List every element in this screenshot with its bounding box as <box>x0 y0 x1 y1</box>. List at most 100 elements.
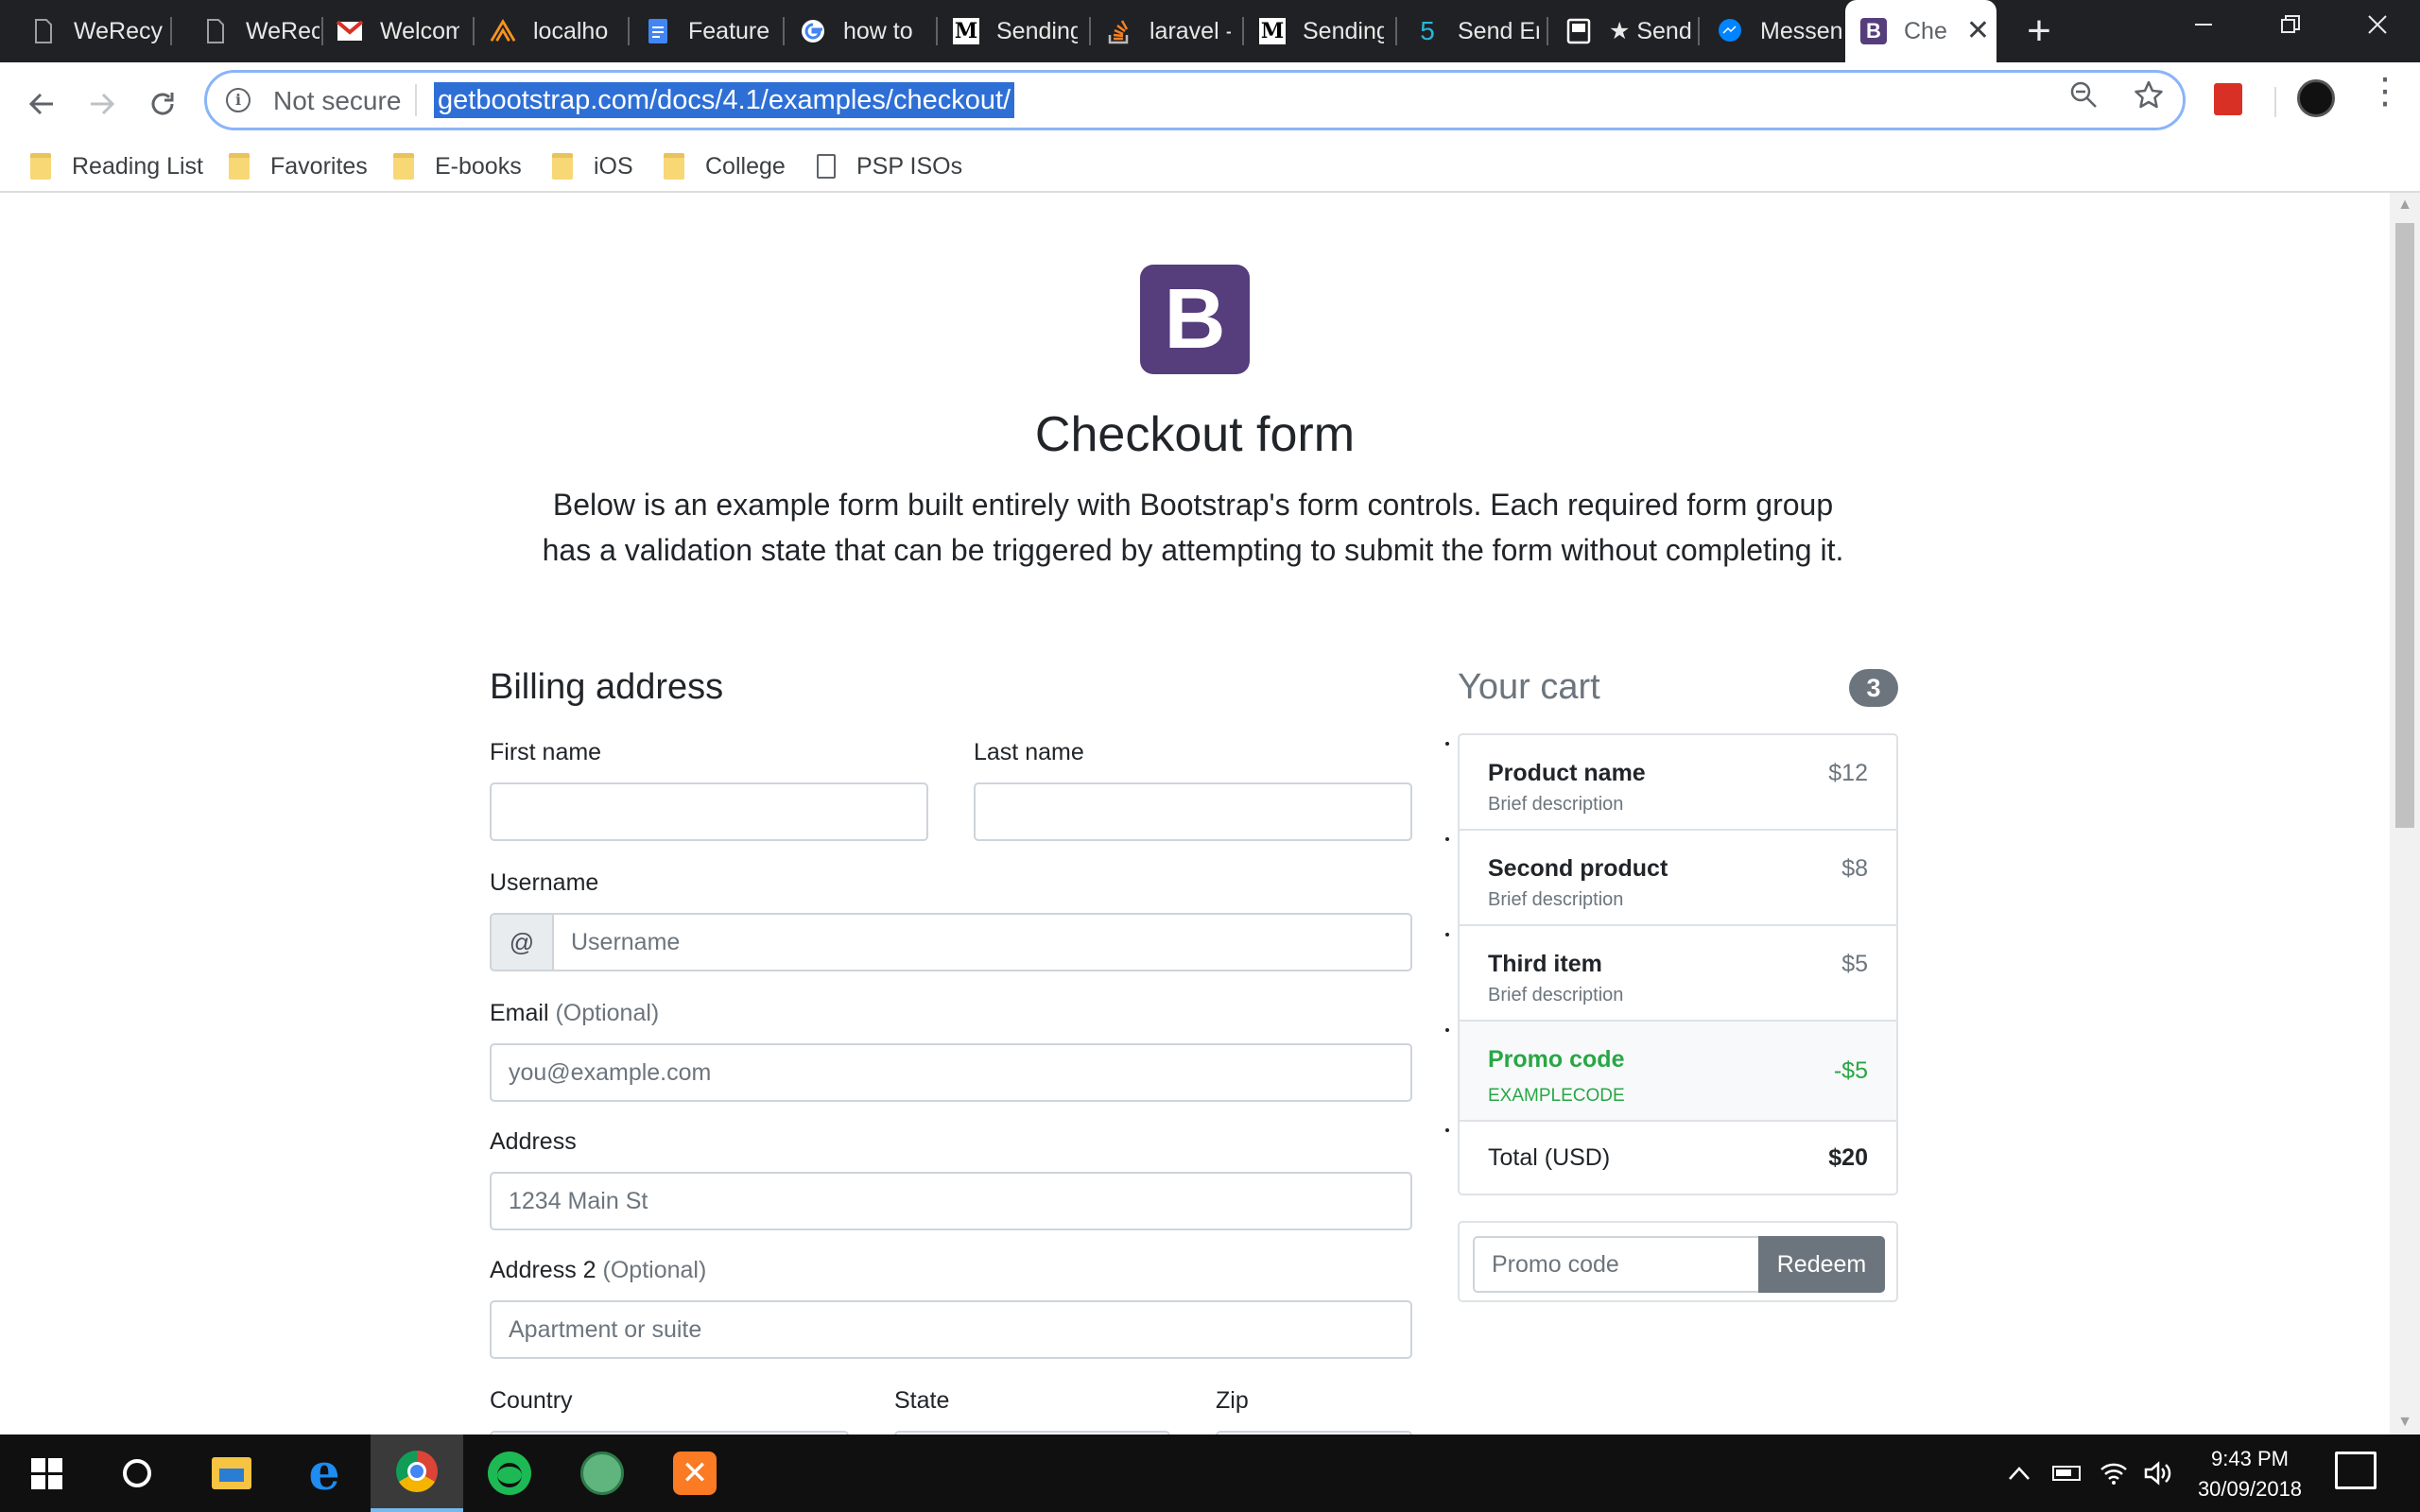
cart-heading: Your cart <box>1458 667 1600 707</box>
browser-tab[interactable]: laravel - <box>1076 0 1231 62</box>
edge-button[interactable]: e <box>278 1435 371 1512</box>
menu-icon[interactable]: ⋮ <box>2367 74 2403 110</box>
cart-count-badge: 3 <box>1849 669 1898 707</box>
address2-input[interactable] <box>490 1300 1412 1359</box>
browser-tab[interactable]: how to <box>769 0 930 62</box>
close-window-button[interactable] <box>2335 0 2420 57</box>
promo-discount: -$5 <box>1833 1057 1868 1084</box>
username-input[interactable] <box>552 913 1412 971</box>
email-optional-text: (Optional) <box>555 1000 660 1026</box>
browser-tab[interactable]: M Sending <box>923 0 1078 62</box>
battery-icon[interactable] <box>2046 1435 2087 1512</box>
windows-logo-icon <box>30 1457 62 1489</box>
minimize-button[interactable] <box>2161 0 2246 57</box>
stackoverflow-icon <box>1106 18 1132 44</box>
browser-tab[interactable]: Messen <box>1686 0 1845 62</box>
security-label[interactable]: Not secure <box>273 86 401 116</box>
profile-avatar[interactable] <box>2297 79 2335 117</box>
action-center-icon[interactable] <box>2335 1452 2377 1489</box>
folder-icon <box>664 153 684 180</box>
address-bar[interactable]: i Not secure getbootstrap.com/docs/4.1/e… <box>204 70 2186 130</box>
bootstrap-logo: B <box>1140 265 1250 374</box>
address-label: Address <box>490 1128 577 1155</box>
cart-item: Product name Brief description $12 <box>1460 735 1896 831</box>
browser-tab[interactable]: WeRecy <box>172 0 320 62</box>
doc-icon <box>202 18 229 44</box>
active-tab[interactable]: B Che ✕ <box>1845 0 1996 62</box>
chrome-button[interactable] <box>371 1435 463 1512</box>
device-icon <box>1565 18 1592 44</box>
cart-promo-row: Promo code EXAMPLECODE -$5 <box>1460 1022 1896 1122</box>
close-tab-icon[interactable]: ✕ <box>1966 17 1990 45</box>
browser-tab[interactable]: Feature <box>614 0 771 62</box>
info-icon[interactable]: i <box>226 88 251 112</box>
show-hidden-icons-chevron-icon[interactable] <box>2000 1435 2038 1512</box>
address2-label: Address 2 (Optional) <box>490 1257 706 1284</box>
restore-button[interactable] <box>2248 0 2333 57</box>
folder-icon <box>393 153 414 180</box>
page-scrollbar[interactable]: ▲ ▼ <box>2390 193 2420 1435</box>
spotify-button[interactable] <box>463 1435 556 1512</box>
zip-label: Zip <box>1216 1387 1249 1414</box>
google-icon <box>800 18 826 44</box>
volume-icon[interactable] <box>2138 1435 2180 1512</box>
toolbar-separator <box>2274 87 2276 117</box>
at-sign-addon: @ <box>490 913 552 971</box>
bookmark-college[interactable]: College <box>664 149 786 183</box>
clock-time: 9:43 PM <box>2211 1447 2289 1470</box>
extension-icon[interactable] <box>2214 83 2242 115</box>
country-label: Country <box>490 1387 573 1414</box>
cart-item-price: $8 <box>1841 855 1868 882</box>
browser-toolbar: i Not secure getbootstrap.com/docs/4.1/e… <box>0 62 2420 195</box>
first-name-input[interactable] <box>490 782 928 841</box>
browser-tab[interactable]: localho <box>459 0 614 62</box>
bookmark-ios[interactable]: iOS <box>552 149 633 183</box>
cart-item-name: Second product <box>1488 855 1668 882</box>
chrome-icon <box>396 1451 438 1492</box>
state-label: State <box>894 1387 950 1414</box>
scroll-up-arrow-icon[interactable]: ▲ <box>2390 193 2420 217</box>
reload-button[interactable] <box>138 79 187 129</box>
browser-tab[interactable]: M Sending <box>1229 0 1384 62</box>
total-amount: $20 <box>1828 1144 1868 1171</box>
zoom-icon[interactable] <box>2069 80 2098 116</box>
system-clock[interactable]: 9:43 PM 30/09/2018 <box>2184 1444 2316 1504</box>
clock-date: 30/09/2018 <box>2197 1477 2303 1501</box>
bookmark-star-icon[interactable] <box>2134 78 2164 118</box>
url-text[interactable]: getbootstrap.com/docs/4.1/examples/check… <box>434 82 1015 118</box>
scroll-down-arrow-icon[interactable]: ▼ <box>2390 1410 2420 1435</box>
back-button[interactable] <box>17 79 66 129</box>
folder-icon <box>229 153 250 180</box>
bootstrap-icon: B <box>1860 18 1887 44</box>
xampp-button[interactable]: ✕ <box>648 1435 741 1512</box>
scrollbar-thumb[interactable] <box>2395 223 2414 828</box>
wifi-icon[interactable] <box>2093 1435 2135 1512</box>
bookmarks-bar: Reading List Favorites E-books iOS Colle… <box>0 138 2420 195</box>
browser-tab[interactable]: 5 Send Er <box>1384 0 1539 62</box>
bookmark-psp-isos[interactable]: PSP ISOs <box>817 149 962 183</box>
browser-tab[interactable]: Welcom <box>306 0 459 62</box>
file-explorer-button[interactable] <box>185 1435 278 1512</box>
promo-title: Promo code <box>1488 1046 1625 1073</box>
cart-item-price: $12 <box>1828 760 1868 786</box>
bookmark-favorites[interactable]: Favorites <box>229 149 368 183</box>
bookmark-reading-list[interactable]: Reading List <box>30 149 203 183</box>
atom-button[interactable] <box>556 1435 648 1512</box>
bookmark-e-books[interactable]: E-books <box>393 149 522 183</box>
last-name-input[interactable] <box>974 782 1412 841</box>
browser-tab[interactable]: ★ Send <box>1535 0 1694 62</box>
browser-tab[interactable]: WeRecy <box>0 0 168 62</box>
new-tab-button[interactable]: + <box>2015 8 2063 55</box>
windows-taskbar: e ✕ 9:43 PM 30/09/2018 <box>0 1435 2420 1512</box>
cart-item: Third item Brief description $5 <box>1460 926 1896 1022</box>
email-input[interactable] <box>490 1043 1412 1102</box>
redeem-button[interactable]: Redeem <box>1758 1236 1885 1293</box>
promo-code-input[interactable] <box>1473 1236 1758 1293</box>
email-label-text: Email <box>490 1000 549 1026</box>
cart-item-description: Brief description <box>1488 889 1624 910</box>
start-button[interactable] <box>0 1435 93 1512</box>
address-input[interactable] <box>490 1172 1412 1230</box>
cortana-button[interactable] <box>91 1435 183 1512</box>
forward-button[interactable] <box>78 79 127 129</box>
atom-icon <box>580 1452 624 1495</box>
